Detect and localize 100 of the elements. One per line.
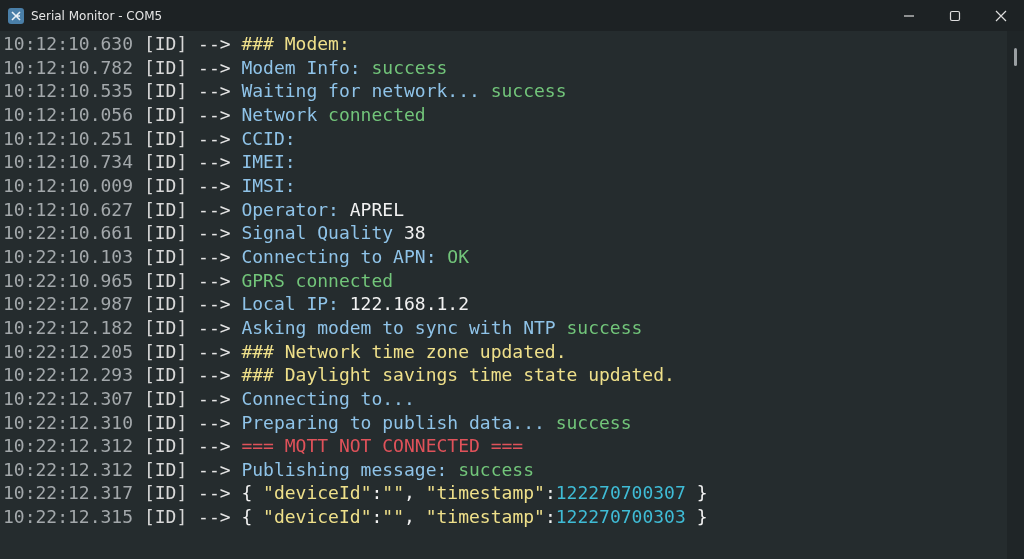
log-tag: [ID]	[143, 339, 188, 364]
log-heading: "timestamp"	[425, 505, 545, 529]
log-value: :	[544, 481, 556, 506]
window-title: Serial Monitor - COM5	[31, 8, 163, 23]
log-tag: [ID]	[143, 481, 188, 506]
log-tag: [ID]	[143, 173, 188, 198]
log-heading: ### Daylight savings time state updated.	[241, 363, 675, 387]
log-message: IMEI:	[241, 150, 296, 174]
log-value: :	[371, 481, 383, 506]
log-value: 38	[403, 221, 426, 245]
log-timestamp: 10:12:10.251	[3, 126, 134, 151]
log-value: :	[371, 505, 383, 529]
log-tag: [ID]	[143, 32, 188, 56]
log-arrow: -->	[198, 339, 231, 364]
log-arrow: -->	[198, 505, 231, 529]
log-error: === MQTT NOT CONNECTED ===	[241, 434, 524, 458]
log-tag: [ID]	[143, 505, 188, 529]
log-tag: [ID]	[143, 55, 188, 80]
log-timestamp: 10:22:12.312	[3, 457, 134, 482]
log-heading: "deviceId"	[263, 481, 372, 506]
log-timestamp: 10:12:10.056	[3, 102, 134, 127]
log-tag: [ID]	[143, 434, 188, 458]
log-tag: [ID]	[143, 150, 188, 174]
log-tag: [ID]	[143, 292, 188, 316]
log-heading: "timestamp"	[425, 481, 545, 506]
log-timestamp: 10:22:12.317	[3, 481, 134, 506]
log-heading: ""	[382, 505, 404, 529]
log-arrow: -->	[198, 363, 231, 387]
log-tag: [ID]	[143, 315, 188, 340]
app-icon	[8, 7, 24, 24]
log-message: Connecting to APN:	[241, 244, 438, 269]
log-tag: [ID]	[143, 410, 188, 435]
log-message: IMSI:	[241, 173, 296, 198]
log-value: }	[696, 505, 708, 529]
log-arrow: -->	[198, 173, 231, 198]
log-timestamp: 10:22:12.312	[3, 434, 134, 458]
log-status: success	[490, 79, 567, 103]
log-arrow: -->	[198, 79, 231, 103]
log-arrow: -->	[198, 244, 231, 269]
log-status: success	[458, 457, 534, 482]
log-tag: [ID]	[143, 197, 188, 222]
log-status: success	[371, 55, 448, 80]
log-message: CCID:	[241, 126, 296, 151]
log-value: ,	[404, 505, 416, 529]
log-value: {	[241, 481, 254, 506]
log-tag: [ID]	[143, 363, 188, 387]
log-message: Waiting for network...	[241, 79, 481, 103]
log-arrow: -->	[198, 150, 231, 174]
log-timestamp: 10:22:10.661	[3, 221, 134, 245]
log-status: success	[555, 410, 632, 435]
log-arrow: -->	[198, 32, 231, 56]
log-timestamp: 10:22:10.965	[3, 268, 134, 293]
close-icon	[995, 9, 1007, 22]
log-arrow: -->	[198, 315, 231, 340]
log-message: Operator:	[241, 197, 340, 222]
log-message: Connecting to...	[241, 386, 415, 411]
log-tag: [ID]	[143, 79, 188, 103]
log-value: {	[241, 505, 254, 529]
log-tag: [ID]	[143, 244, 188, 269]
log-tag: [ID]	[143, 268, 188, 293]
log-arrow: -->	[198, 434, 231, 458]
log-arrow: -->	[198, 292, 231, 316]
scrollbar[interactable]	[1007, 31, 1024, 559]
log-heading: "deviceId"	[263, 505, 372, 529]
log-timestamp: 10:12:10.627	[3, 197, 134, 222]
log-arrow: -->	[198, 457, 231, 482]
log-tag: [ID]	[143, 102, 188, 127]
log-timestamp: 10:22:12.182	[3, 315, 134, 340]
log-number: 122270700307	[555, 481, 687, 506]
log-arrow: -->	[198, 386, 231, 411]
log-arrow: -->	[198, 55, 231, 80]
log-timestamp: 10:22:12.205	[3, 339, 134, 364]
log-message: Publishing message:	[241, 457, 449, 482]
log-value: }	[696, 481, 708, 506]
log-tag: [ID]	[143, 386, 188, 411]
log-tag: [ID]	[143, 221, 188, 245]
log-message: Local IP:	[241, 292, 340, 316]
log-number: 122270700303	[555, 505, 687, 529]
scroll-thumb[interactable]	[1014, 48, 1017, 66]
log-heading: ### Network time zone updated.	[241, 339, 567, 364]
log-timestamp: 10:22:12.987	[3, 292, 134, 316]
log-status: connected	[328, 102, 426, 127]
log-timestamp: 10:22:12.310	[3, 410, 134, 435]
maximize-icon	[949, 9, 961, 22]
log-timestamp: 10:22:10.103	[3, 244, 134, 269]
log-heading: ### Modem:	[241, 32, 350, 56]
log-arrow: -->	[198, 197, 231, 222]
log-arrow: -->	[198, 410, 231, 435]
log-message: Network	[241, 102, 319, 127]
log-heading: ""	[382, 481, 404, 506]
log-status: OK	[447, 244, 469, 269]
log-timestamp: 10:12:10.630	[3, 32, 134, 56]
log-arrow: -->	[198, 481, 231, 506]
log-arrow: -->	[198, 126, 231, 151]
log-message: Modem Info:	[241, 55, 362, 80]
log-value: ,	[404, 481, 416, 506]
log-timestamp: 10:22:12.307	[3, 386, 134, 411]
log-value: 122.168.1.2	[349, 292, 469, 316]
log-timestamp: 10:12:10.782	[3, 55, 134, 80]
log-status: GPRS connected	[241, 268, 394, 293]
